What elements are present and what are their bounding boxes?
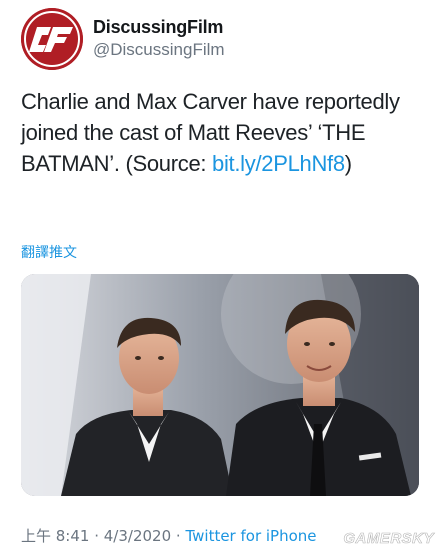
tweet-card: DiscussingFilm @DiscussingFilm Charlie a… [0,0,440,553]
avatar[interactable] [21,8,83,70]
discussingfilm-logo-icon [21,8,83,70]
photo-two-men-in-suits [21,274,419,496]
tweet-source[interactable]: Twitter for iPhone [185,527,316,545]
meta-separator: · [171,527,186,545]
translate-tweet-link[interactable]: 翻譯推文 [21,242,77,262]
tweet-date[interactable]: 4/3/2020 [104,527,171,545]
tweet-photo[interactable] [21,274,419,496]
tweet-meta: 上午 8:41 · 4/3/2020 · Twitter for iPhone [21,525,317,546]
watermark: GAMERSKY [343,530,434,548]
tweet-text-closing: ) [344,151,352,176]
tweet-text: Charlie and Max Carver have reportedly j… [21,86,426,179]
display-name[interactable]: DiscussingFilm [93,17,223,38]
tweet-link[interactable]: bit.ly/2PLhNf8 [212,151,345,176]
meta-separator: · [89,527,104,545]
tweet-time[interactable]: 上午 8:41 [21,527,89,545]
account-handle[interactable]: @DiscussingFilm [93,40,225,60]
